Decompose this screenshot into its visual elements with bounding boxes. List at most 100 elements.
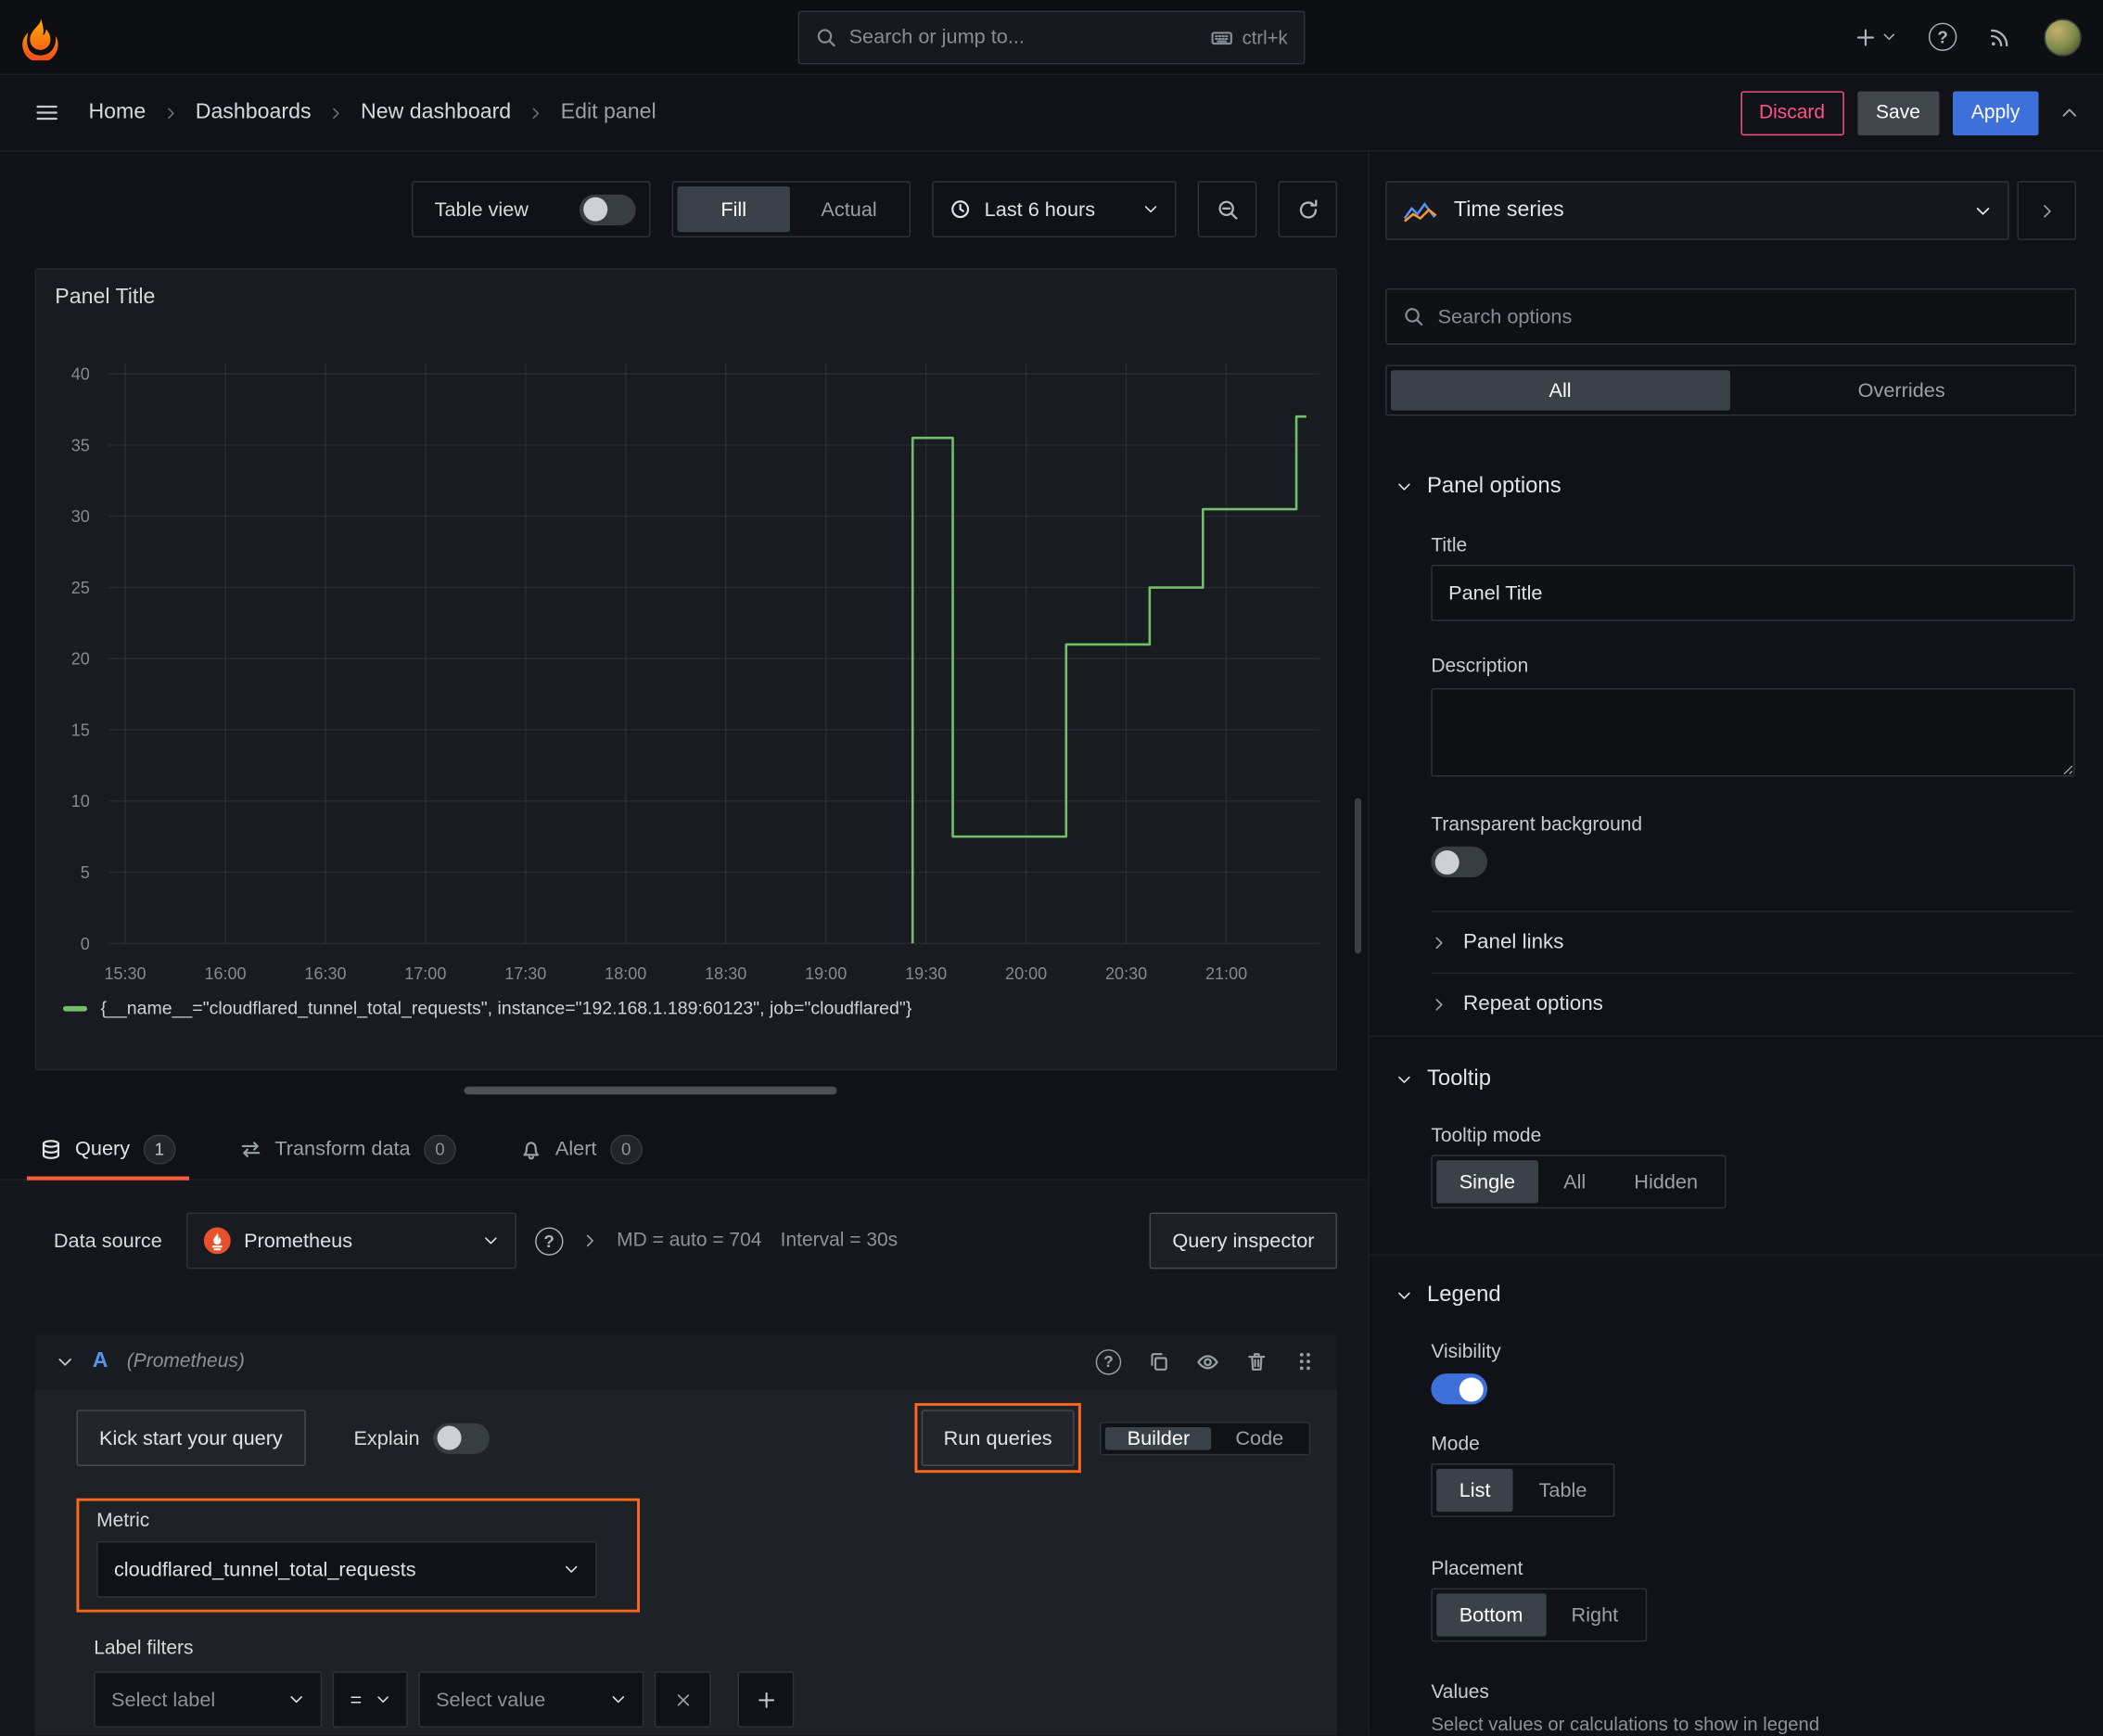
legend-values-label: Values — [1431, 1681, 1489, 1704]
legend-visibility-switch[interactable] — [1431, 1373, 1488, 1405]
options-tab-all[interactable]: All — [1390, 370, 1730, 411]
news-button[interactable] — [1989, 25, 2012, 48]
discard-button[interactable]: Discard — [1740, 90, 1844, 135]
metric-label: Metric — [96, 1510, 150, 1532]
svg-text:19:00: 19:00 — [805, 964, 847, 983]
panel-title-input[interactable] — [1431, 564, 2075, 621]
query-help-button[interactable] — [1095, 1348, 1122, 1374]
tab-transform-data[interactable]: Transform data 0 — [223, 1118, 472, 1179]
label-filter-select[interactable]: Select label — [94, 1671, 323, 1729]
panel-options-section-header[interactable]: Panel options — [1396, 474, 1561, 499]
chevron-down-icon — [290, 1696, 302, 1704]
kickstart-button[interactable]: Kick start your query — [76, 1410, 306, 1466]
fill-option[interactable]: Fill — [677, 186, 790, 233]
legend-placement-bottom[interactable]: Bottom — [1436, 1593, 1547, 1637]
tooltip-section-header[interactable]: Tooltip — [1396, 1066, 1491, 1091]
legend-mode-label: Mode — [1431, 1434, 1480, 1456]
chevron-up-icon — [2062, 108, 2077, 117]
metric-value: cloudflared_tunnel_total_requests — [113, 1558, 416, 1581]
explain-switch[interactable] — [433, 1422, 490, 1454]
drag-handle[interactable] — [1294, 1351, 1316, 1372]
legend-placement-right[interactable]: Right — [1549, 1593, 1641, 1636]
panel-title[interactable]: Panel Title — [55, 286, 155, 310]
zoom-out-button[interactable] — [1197, 181, 1257, 238]
run-queries-button[interactable]: Run queries — [921, 1410, 1076, 1466]
panel-links-section[interactable]: Panel links — [1431, 911, 2074, 973]
tab-query[interactable]: Query 1 — [24, 1118, 192, 1181]
metric-select[interactable]: cloudflared_tunnel_total_requests — [96, 1540, 597, 1598]
zoom-out-icon — [1217, 199, 1237, 220]
chart-legend[interactable]: {__name__="cloudflared_tunnel_total_requ… — [62, 998, 911, 1018]
datasource-picker[interactable]: Prometheus — [185, 1212, 516, 1270]
save-button[interactable]: Save — [1856, 90, 1940, 135]
legend-placement-label: Placement — [1431, 1558, 1523, 1580]
global-search-bar[interactable]: ctrl+k — [797, 9, 1306, 64]
horizontal-scrollbar[interactable] — [464, 1086, 837, 1095]
legend-section-header[interactable]: Legend — [1396, 1283, 1501, 1308]
database-icon — [42, 1139, 60, 1159]
max-data-points[interactable]: MD = auto = 704 — [617, 1230, 761, 1251]
interval-info[interactable]: Interval = 30s — [781, 1230, 898, 1251]
breadcrumb-home[interactable]: Home — [88, 100, 146, 124]
table-view-switch[interactable] — [579, 194, 636, 225]
svg-text:16:30: 16:30 — [304, 964, 346, 983]
tooltip-mode-all[interactable]: All — [1541, 1160, 1609, 1203]
repeat-options-section[interactable]: Repeat options — [1431, 972, 2074, 1035]
duplicate-query-button[interactable] — [1148, 1351, 1169, 1372]
global-search-input[interactable] — [848, 25, 1200, 49]
chevron-down-icon — [1398, 1076, 1410, 1083]
options-tab-overrides[interactable]: Overrides — [1732, 370, 2071, 410]
svg-text:20:00: 20:00 — [1005, 964, 1047, 983]
time-range-picker[interactable]: Last 6 hours — [932, 181, 1177, 238]
keyboard-icon — [1211, 31, 1233, 45]
menu-toggle-button[interactable] — [35, 100, 59, 124]
query-options-chevron-icon[interactable] — [582, 1232, 598, 1248]
query-inspector-button[interactable]: Query inspector — [1149, 1212, 1338, 1270]
apply-button[interactable]: Apply — [1952, 90, 2039, 135]
remove-filter-button[interactable] — [654, 1671, 711, 1729]
datasource-row: Data source Prometheus MD = auto = 704 I… — [48, 1212, 1338, 1270]
hide-query-button[interactable] — [1196, 1350, 1219, 1373]
code-option[interactable]: Code — [1214, 1426, 1305, 1449]
panel-links-label: Panel links — [1463, 930, 1564, 953]
panel-description-input[interactable] — [1431, 688, 2075, 777]
delete-query-button[interactable] — [1246, 1351, 1268, 1372]
breadcrumb-dashboards[interactable]: Dashboards — [196, 100, 312, 124]
collapse-header-button[interactable] — [2060, 103, 2079, 121]
chevron-down-icon — [565, 1565, 578, 1573]
refresh-button[interactable] — [1278, 181, 1338, 238]
query-row-header[interactable]: A (Prometheus) — [34, 1333, 1338, 1390]
add-filter-button[interactable] — [737, 1671, 795, 1729]
chevron-right-icon — [1435, 936, 1443, 949]
actual-option[interactable]: Actual — [793, 186, 906, 232]
collapse-options-pane-button[interactable] — [2017, 181, 2077, 240]
metric-highlight: Metric cloudflared_tunnel_total_requests — [76, 1498, 640, 1613]
value-filter-select[interactable]: Select value — [418, 1671, 644, 1729]
breadcrumb-edit-panel: Edit panel — [560, 100, 656, 124]
legend-mode-list[interactable]: List — [1436, 1468, 1514, 1513]
user-avatar[interactable] — [2044, 18, 2082, 57]
options-search-input[interactable] — [1437, 305, 2059, 328]
preview-toolbar: Table view Fill Actual Last 6 hours — [412, 181, 1338, 238]
chevron-down-icon[interactable] — [57, 1353, 74, 1371]
tooltip-mode-single[interactable]: Single — [1436, 1160, 1538, 1204]
builder-option[interactable]: Builder — [1105, 1426, 1212, 1449]
tooltip-mode-hidden[interactable]: Hidden — [1612, 1160, 1721, 1203]
label-filter-placeholder: Select label — [111, 1688, 216, 1711]
tab-alert-label: Alert — [554, 1137, 597, 1161]
search-icon — [817, 28, 835, 46]
tab-alert[interactable]: Alert 0 — [504, 1118, 658, 1179]
options-search[interactable] — [1385, 287, 2077, 345]
breadcrumb-new-dashboard[interactable]: New dashboard — [361, 100, 511, 124]
section-divider — [1369, 1035, 2103, 1038]
legend-mode-table[interactable]: Table — [1516, 1469, 1610, 1512]
vertical-scrollbar[interactable] — [1354, 798, 1362, 954]
operator-select[interactable]: = — [332, 1671, 408, 1729]
svg-text:18:30: 18:30 — [705, 964, 746, 983]
transparent-background-switch[interactable] — [1431, 846, 1488, 877]
grafana-logo[interactable] — [18, 14, 63, 62]
visualization-picker[interactable]: Time series — [1385, 181, 2009, 240]
help-button[interactable] — [1928, 22, 1957, 51]
datasource-help-button[interactable] — [534, 1226, 564, 1256]
new-menu-button[interactable] — [1854, 26, 1896, 47]
